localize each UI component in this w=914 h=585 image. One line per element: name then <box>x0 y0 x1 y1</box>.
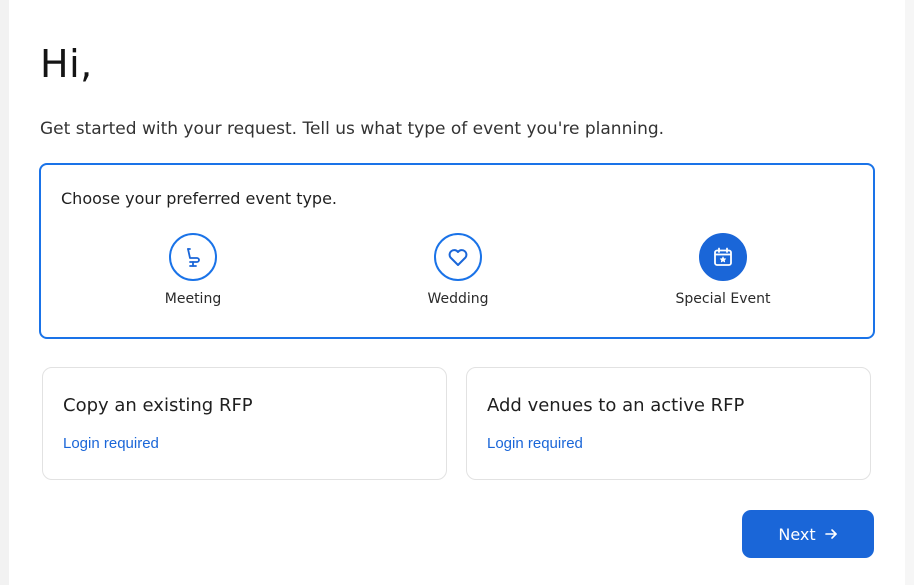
event-type-prompt: Choose your preferred event type. <box>61 189 338 208</box>
event-option-special-event[interactable]: Special Event <box>643 233 803 307</box>
next-button-label: Next <box>778 524 816 544</box>
event-type-selector: Choose your preferred event type. Meetin… <box>39 163 875 339</box>
event-option-label: Wedding <box>427 291 489 307</box>
meeting-option-circle <box>169 233 217 281</box>
event-option-meeting[interactable]: Meeting <box>113 233 273 307</box>
right-edge-rule <box>905 0 914 585</box>
event-option-label: Special Event <box>675 291 771 307</box>
copy-existing-rfp-card[interactable]: Copy an existing RFP Login required <box>42 367 447 480</box>
login-required-link[interactable]: Login required <box>487 435 583 452</box>
chair-icon <box>187 248 200 267</box>
event-option-wedding[interactable]: Wedding <box>378 233 538 307</box>
add-venues-active-rfp-card[interactable]: Add venues to an active RFP Login requir… <box>466 367 871 480</box>
arrow-right-icon <box>824 529 837 539</box>
next-button[interactable]: Next <box>742 510 874 558</box>
event-option-label: Meeting <box>164 291 222 307</box>
login-required-link[interactable]: Login required <box>63 435 159 452</box>
intro-text: Get started with your request. Tell us w… <box>40 119 665 139</box>
card-title: Copy an existing RFP <box>63 395 253 416</box>
card-title: Add venues to an active RFP <box>487 395 745 416</box>
page-greeting: Hi, <box>40 42 93 86</box>
left-edge-rule <box>0 0 9 585</box>
calendar-star-icon <box>714 247 732 266</box>
wedding-option-circle <box>434 233 482 281</box>
heart-icon <box>448 249 468 266</box>
special-event-option-circle <box>699 233 747 281</box>
